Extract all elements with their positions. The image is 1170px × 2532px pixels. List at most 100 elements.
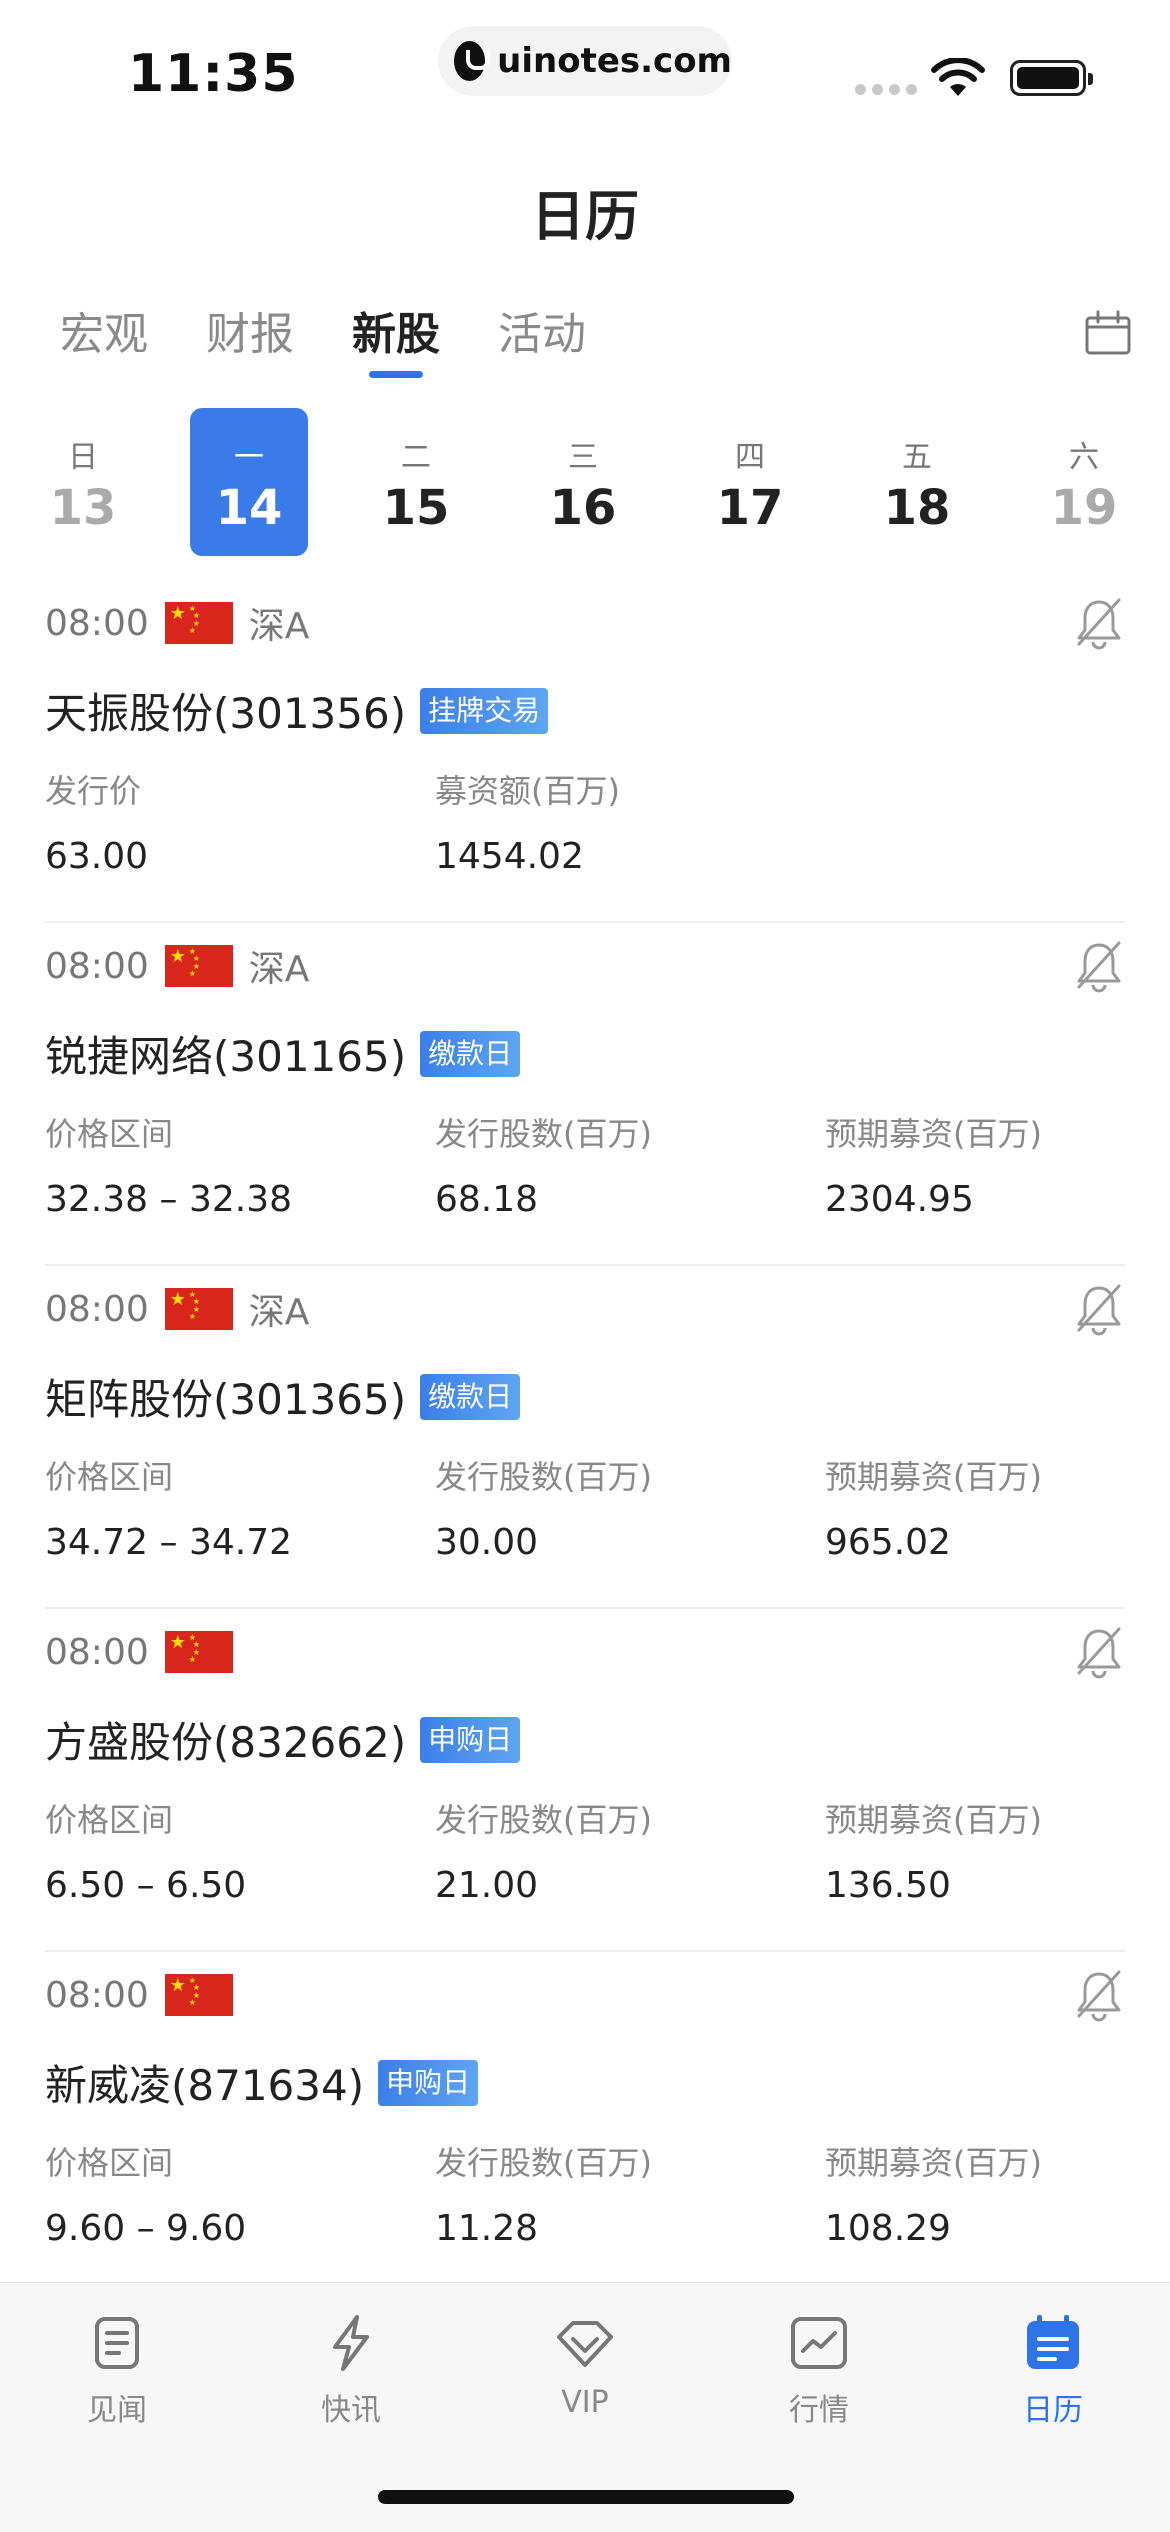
day-17[interactable]: 四 17: [691, 408, 809, 556]
field: 发行股数(百万) 11.28: [435, 2138, 652, 2249]
field-label: 价格区间: [45, 1458, 174, 1496]
china-flag-icon: ★ ★ ★ ★ ★: [164, 1974, 233, 2016]
status-badge: 挂牌交易: [420, 687, 549, 734]
field-value: 1454.02: [435, 836, 584, 877]
card-meta-row: 08:00 ★ ★ ★ ★ ★: [45, 1970, 233, 2020]
tabbar-item-0[interactable]: 见闻: [0, 2283, 234, 2433]
tabbar-item-3[interactable]: 行情: [702, 2283, 936, 2433]
ipo-card[interactable]: 08:00 ★ ★ ★ ★ ★ 方盛股份(832662) 申购日 价格区间 6.50 – 6.50…: [45, 1609, 1125, 1952]
field-value: 30.00: [435, 1522, 539, 1563]
bell-off-icon[interactable]: [1073, 939, 1125, 993]
calendar-picker-icon[interactable]: [1084, 310, 1132, 356]
ipo-card[interactable]: 08:00 ★ ★ ★ ★ ★ 新威凌(871634) 申购日价格区间 9.60 – 9.60 发…: [45, 1952, 1125, 2295]
stock-name: 矩阵股份(301365): [45, 1375, 407, 1424]
listing-time: 08:00: [45, 1631, 149, 1673]
site-logo-icon: [454, 41, 491, 81]
field-value: 9.60 – 9.60: [45, 2208, 247, 2249]
field-value: 68.18: [435, 1179, 539, 1220]
day-13[interactable]: 日 13: [24, 408, 142, 556]
field-label: 募资额(百万): [435, 772, 620, 810]
tab-2[interactable]: 新股: [352, 300, 440, 380]
weekday-label: 二: [401, 440, 431, 475]
card-title-row: 方盛股份(832662) 申购日: [45, 1709, 521, 1770]
field-label: 预期募资(百万): [825, 1458, 1042, 1496]
field-label: 预期募资(百万): [825, 1115, 1042, 1153]
home-indicator: [378, 2490, 794, 2504]
day-19[interactable]: 六 19: [1025, 408, 1143, 556]
tabbar-item-4[interactable]: 日历: [936, 2283, 1170, 2433]
field-value: 63.00: [45, 836, 149, 877]
url-pill[interactable]: uinotes.com: [438, 26, 732, 96]
ipo-card[interactable]: 08:00 ★ ★ ★ ★ ★ 深A 锐捷网络(301165) 缴款日 价格区间 32.38 – 3…: [45, 923, 1125, 1266]
china-flag-icon: ★ ★ ★ ★ ★: [164, 945, 233, 987]
field: 募资额(百万) 1454.02: [435, 766, 620, 877]
field: 发行股数(百万) 21.00: [435, 1795, 652, 1906]
status-badge: 缴款日: [420, 1373, 521, 1420]
bell-off-icon[interactable]: [1073, 596, 1125, 650]
bell-off-icon[interactable]: [1073, 1282, 1125, 1336]
card-meta-row: 08:00 ★ ★ ★ ★ ★ 深A: [45, 941, 309, 991]
bell-off-icon[interactable]: [1073, 1625, 1125, 1679]
tabbar-label: 行情: [789, 2393, 849, 2428]
weekday-label: 五: [902, 440, 932, 475]
field: 预期募资(百万) 965.02: [825, 1452, 1042, 1563]
page-title: 日历: [531, 185, 639, 248]
date-number: 15: [382, 480, 450, 536]
stock-name: 天振股份(301356): [45, 689, 407, 738]
field: 预期募资(百万) 136.50: [825, 1795, 1042, 1906]
day-16[interactable]: 三 16: [524, 408, 642, 556]
market-label: 深A: [248, 949, 310, 990]
day-18[interactable]: 五 18: [858, 408, 976, 556]
tab-0[interactable]: 宏观: [60, 300, 148, 380]
diamond-icon: [557, 2321, 613, 2367]
tabbar-item-1[interactable]: 快讯: [234, 2283, 468, 2433]
listing-time: 08:00: [45, 945, 149, 987]
field-label: 预期募资(百万): [825, 1801, 1042, 1839]
tab-3[interactable]: 活动: [498, 300, 586, 380]
weekday-label: 六: [1069, 440, 1099, 475]
weekday-label: 日: [68, 440, 98, 475]
ipo-list: 08:00 ★ ★ ★ ★ ★ 深A 天振股份(301356) 挂牌交易 发行价 63.00 募资额(…: [45, 580, 1125, 2295]
url-text: uinotes.com: [497, 41, 732, 81]
field: 发行股数(百万) 68.18: [435, 1109, 652, 1220]
status-bar: 11:35 uinotes.com: [0, 0, 1170, 140]
date-number: 16: [549, 480, 617, 536]
status-badge: 申购日: [420, 1716, 521, 1763]
day-15[interactable]: 二 15: [357, 408, 475, 556]
stock-name: 新威凌(871634): [45, 2061, 365, 2110]
tabbar-label: VIP: [561, 2385, 609, 2420]
tab-1[interactable]: 财报: [206, 300, 294, 380]
tabbar-item-2[interactable]: VIP: [468, 2283, 702, 2433]
listing-time: 08:00: [45, 602, 149, 644]
ipo-card[interactable]: 08:00 ★ ★ ★ ★ ★ 深A 天振股份(301356) 挂牌交易 发行价 63.00 募资额(…: [45, 580, 1125, 923]
date-number: 17: [716, 480, 784, 536]
field: 预期募资(百万) 2304.95: [825, 1109, 1042, 1220]
china-flag-icon: ★ ★ ★ ★ ★: [164, 602, 233, 644]
card-title-row: 新威凌(871634) 申购日: [45, 2052, 479, 2113]
field-label: 预期募资(百万): [825, 2144, 1042, 2182]
date-number: 13: [49, 480, 117, 536]
ipo-card[interactable]: 08:00 ★ ★ ★ ★ ★ 深A 矩阵股份(301365) 缴款日价格区间 34.72 – 3…: [45, 1266, 1125, 1609]
field-value: 32.38 – 32.38: [45, 1179, 293, 1220]
field-label: 发行股数(百万): [435, 1115, 652, 1153]
status-badge: 申购日: [378, 2059, 479, 2106]
tabbar-label: 见闻: [87, 2393, 147, 2428]
field-value: 2304.95: [825, 1179, 974, 1220]
stock-name: 方盛股份(832662): [45, 1718, 407, 1767]
card-meta-row: 08:00 ★ ★ ★ ★ ★ 深A: [45, 1284, 309, 1334]
weekday-label: 四: [735, 440, 765, 475]
field-value: 965.02: [825, 1522, 951, 1563]
field-label: 价格区间: [45, 1801, 174, 1839]
field-label: 发行股数(百万): [435, 1801, 652, 1839]
day-14[interactable]: 一 14: [190, 408, 308, 556]
listing-time: 08:00: [45, 1288, 149, 1330]
card-title-row: 锐捷网络(301165) 缴款日: [45, 1023, 521, 1084]
field-label: 发行股数(百万): [435, 1458, 652, 1496]
bell-off-icon[interactable]: [1073, 1968, 1125, 2022]
date-number: 14: [215, 480, 283, 536]
field-label: 价格区间: [45, 2144, 174, 2182]
field-value: 34.72 – 34.72: [45, 1522, 293, 1563]
field-value: 21.00: [435, 1865, 539, 1906]
status-badge: 缴款日: [420, 1030, 521, 1077]
tabbar-label: 快讯: [321, 2393, 381, 2428]
